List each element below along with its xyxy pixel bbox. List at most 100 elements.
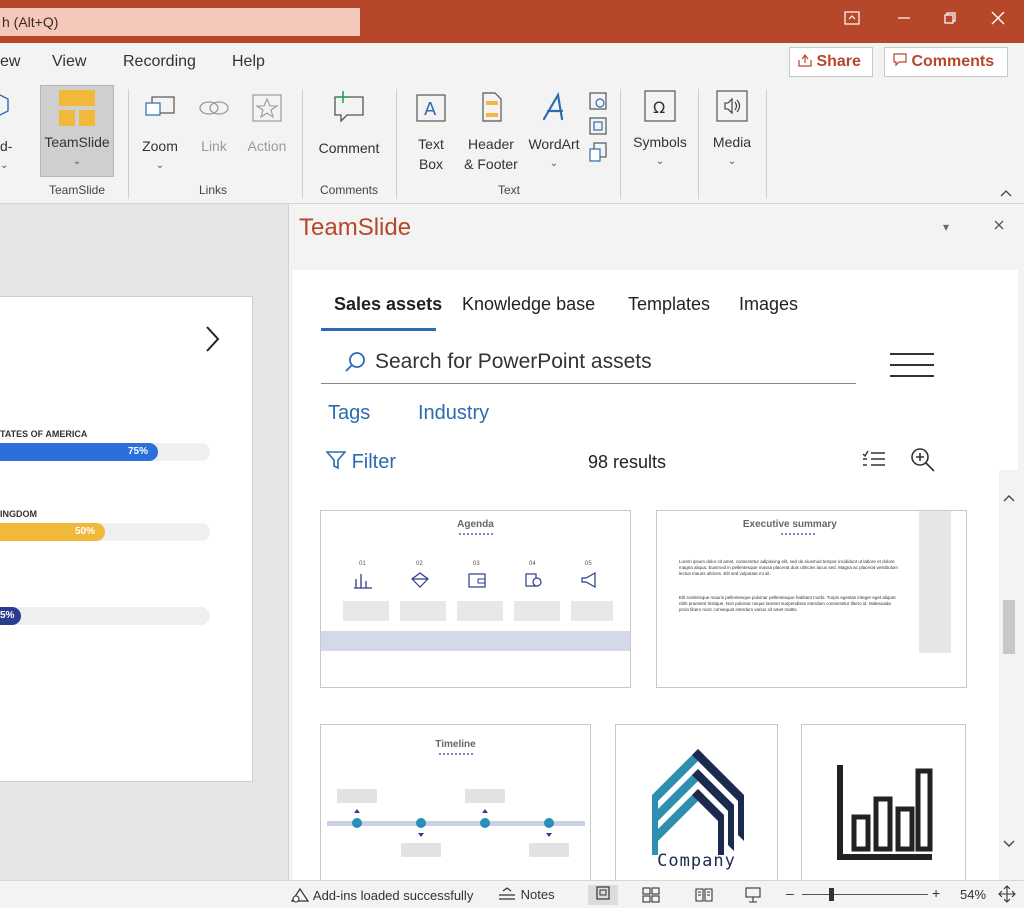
fit-to-window-icon[interactable] bbox=[998, 885, 1016, 906]
addins-icon bbox=[290, 887, 310, 903]
agenda-footer-band bbox=[321, 631, 630, 651]
summary-paragraph-1: Lorem ipsum dolor sit amet, consectetur … bbox=[679, 559, 898, 576]
title-bar: h (Alt+Q) bbox=[0, 0, 1024, 43]
notes-button[interactable]: Notes bbox=[497, 887, 555, 902]
chevron-right-icon[interactable] bbox=[204, 325, 220, 358]
date-time-button[interactable] bbox=[586, 89, 610, 116]
wordart-label: WordArt bbox=[528, 136, 580, 152]
zoom-in-button[interactable]: + bbox=[932, 885, 940, 901]
wallet-icon bbox=[467, 571, 487, 594]
collapse-ribbon-icon[interactable] bbox=[996, 183, 1016, 203]
wordart-button[interactable]: WordArt ⌄ bbox=[524, 89, 584, 174]
normal-view-button[interactable] bbox=[588, 885, 618, 905]
bar-track: 75% bbox=[0, 443, 210, 461]
tab-images[interactable]: Images bbox=[739, 294, 798, 315]
slide-number-button[interactable] bbox=[586, 115, 610, 142]
slide-editor: TATES OF AMERICA 75% INGDOM 50% 5% bbox=[0, 204, 288, 880]
company-chevron-logo bbox=[652, 749, 744, 855]
group-divider bbox=[620, 89, 621, 199]
chevron-down-icon: ⌄ bbox=[655, 156, 665, 167]
tab-view[interactable]: View bbox=[52, 53, 86, 71]
megaphone-icon bbox=[579, 571, 599, 594]
restore-icon[interactable] bbox=[930, 6, 970, 36]
list-view-icon[interactable] bbox=[861, 448, 887, 475]
bar-label: TATES OF AMERICA bbox=[0, 429, 88, 439]
group-label-teamslide: TeamSlide bbox=[48, 183, 106, 197]
addins-status[interactable]: Add-ins loaded successfully bbox=[290, 887, 473, 903]
share-button[interactable]: Share bbox=[789, 47, 873, 77]
zoom-in-icon[interactable] bbox=[909, 446, 937, 479]
current-slide[interactable]: TATES OF AMERICA 75% INGDOM 50% 5% bbox=[0, 296, 253, 782]
pane-options-icon[interactable]: ▾ bbox=[943, 220, 949, 234]
text-box-button[interactable]: A Text Box bbox=[408, 89, 454, 174]
group-divider bbox=[766, 89, 767, 199]
slide-sorter-button[interactable] bbox=[642, 887, 660, 906]
slideshow-button[interactable] bbox=[744, 887, 762, 906]
minimize-icon[interactable] bbox=[884, 6, 924, 36]
speaker-icon bbox=[706, 89, 758, 128]
scroll-thumb[interactable] bbox=[1003, 600, 1015, 654]
symbols-button[interactable]: Ω Symbols ⌄ bbox=[630, 89, 690, 172]
tab-knowledge-base[interactable]: Knowledge base bbox=[462, 294, 595, 315]
omega-icon: Ω bbox=[630, 89, 690, 128]
asset-card-agenda[interactable]: Agenda 01 02 03 04 05 bbox=[320, 510, 631, 688]
industry-link[interactable]: Industry bbox=[418, 402, 489, 425]
asset-card-timeline[interactable]: Timeline bbox=[320, 724, 591, 880]
comments-button[interactable]: Comments bbox=[884, 47, 1008, 77]
zoom-level[interactable]: 54% bbox=[960, 887, 986, 902]
decorative-side-panel bbox=[919, 511, 951, 653]
step-number: 01 bbox=[359, 561, 366, 567]
notes-label: Notes bbox=[520, 887, 555, 902]
coins-icon bbox=[523, 571, 543, 594]
results-scrollbar[interactable] bbox=[999, 470, 1018, 880]
asset-search-input[interactable] bbox=[375, 346, 845, 378]
header-footer-label-1: Header bbox=[468, 136, 514, 152]
comment-label: Comment bbox=[318, 140, 380, 156]
group-divider bbox=[698, 89, 699, 199]
ribbon-display-icon[interactable] bbox=[832, 6, 872, 36]
bar-fill: 5% bbox=[0, 607, 21, 625]
object-button[interactable] bbox=[586, 141, 610, 168]
tab-review[interactable]: ew bbox=[0, 53, 20, 71]
close-window-icon[interactable] bbox=[978, 6, 1018, 36]
asset-card-chart-logo[interactable] bbox=[801, 724, 966, 880]
close-pane-icon[interactable] bbox=[993, 218, 1005, 236]
tell-me-search[interactable]: h (Alt+Q) bbox=[0, 8, 360, 36]
scroll-up-icon[interactable] bbox=[1002, 490, 1016, 508]
zoom-button[interactable]: Zoom ⌄ bbox=[138, 93, 182, 176]
tab-templates[interactable]: Templates bbox=[628, 294, 710, 315]
tags-link[interactable]: Tags bbox=[328, 402, 370, 425]
chevron-down-icon: ⌄ bbox=[0, 160, 9, 171]
header-footer-button[interactable]: Header & Footer bbox=[458, 89, 524, 174]
media-button[interactable]: Media ⌄ bbox=[706, 89, 758, 172]
teamslide-button[interactable]: TeamSlide ⌄ bbox=[40, 85, 114, 177]
hamburger-menu-icon[interactable] bbox=[890, 352, 934, 383]
asset-card-company-logo[interactable]: Company bbox=[615, 724, 778, 880]
tab-sales-assets[interactable]: Sales assets bbox=[334, 294, 442, 315]
zoom-slider-track[interactable] bbox=[802, 894, 928, 895]
asset-card-executive-summary[interactable]: Executive summary Lorem ipsum dolor sit … bbox=[656, 510, 967, 688]
group-divider bbox=[396, 89, 397, 199]
teamslide-task-pane: TeamSlide ▾ Sales assets Knowledge base … bbox=[288, 204, 1024, 880]
partial-ribbon-button[interactable]: d- ⌄ bbox=[0, 91, 14, 176]
filter-button[interactable]: Filter bbox=[325, 450, 396, 474]
card-title: Agenda bbox=[457, 519, 494, 530]
tab-recording[interactable]: Recording bbox=[123, 53, 196, 71]
link-button[interactable]: Link bbox=[194, 93, 234, 156]
group-label-links: Links bbox=[198, 183, 227, 197]
chevron-down-icon: ⌄ bbox=[727, 156, 737, 167]
comment-button[interactable]: Comment bbox=[312, 89, 386, 158]
bar-fill: 50% bbox=[0, 523, 105, 541]
object-icon bbox=[588, 142, 608, 166]
share-icon bbox=[798, 53, 816, 70]
reading-view-button[interactable] bbox=[695, 887, 713, 906]
group-divider bbox=[128, 89, 129, 199]
action-button[interactable]: Action bbox=[242, 93, 292, 156]
tab-help[interactable]: Help bbox=[232, 53, 265, 71]
link-icon bbox=[194, 93, 234, 128]
scroll-down-icon[interactable] bbox=[1002, 836, 1016, 854]
zoom-out-button[interactable]: – bbox=[786, 885, 794, 901]
menu-tabs-row: ew View Recording Help Share Comments bbox=[0, 43, 1024, 83]
card-title: Timeline bbox=[435, 739, 476, 750]
zoom-slider-thumb[interactable] bbox=[829, 888, 834, 901]
